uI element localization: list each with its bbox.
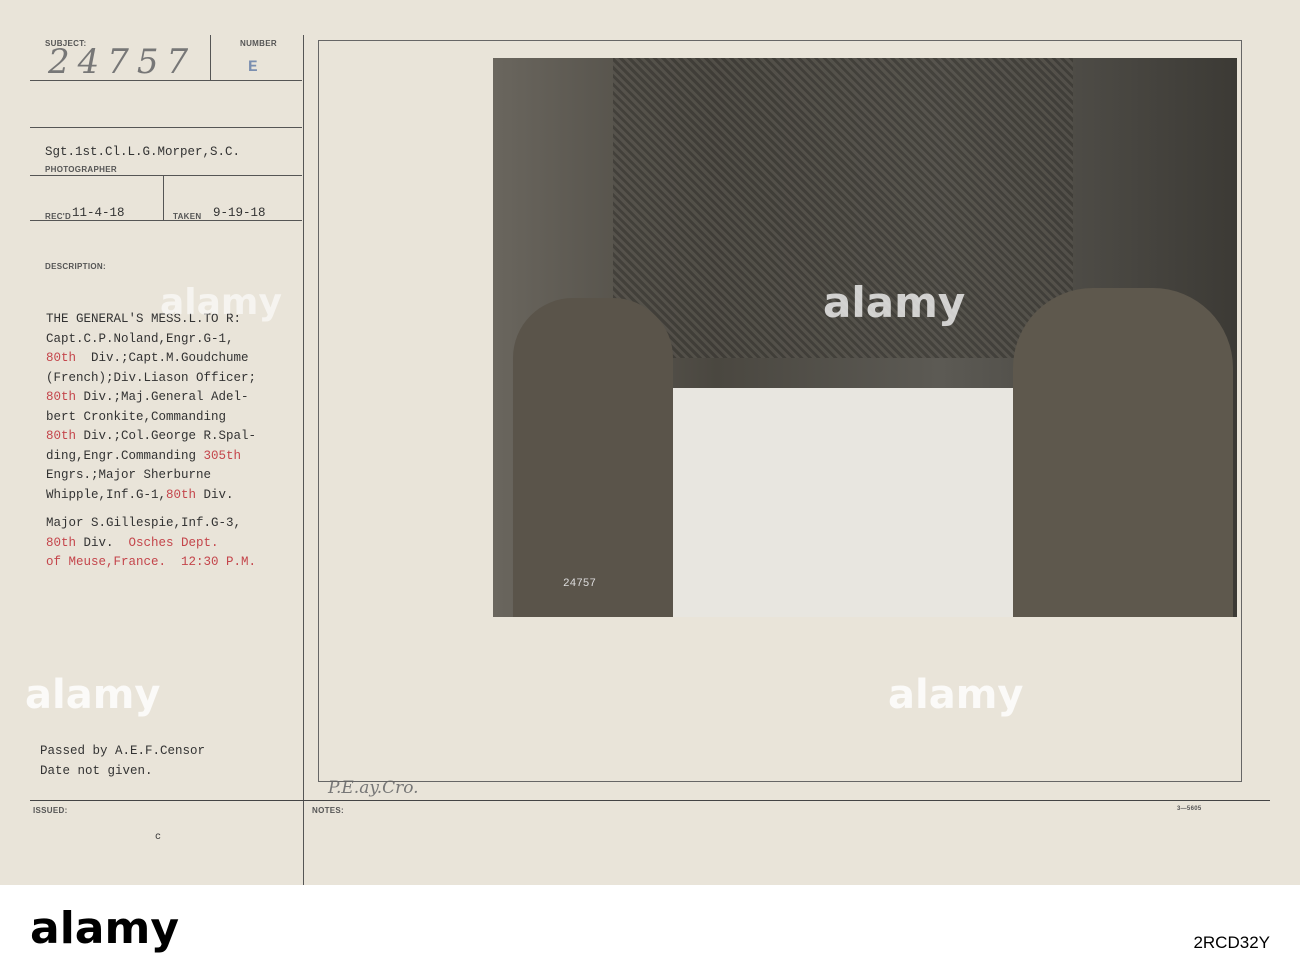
description-text-2: Major S.Gillespie,Inf.G-3, 80th Div. Osch…	[46, 514, 256, 573]
description-label: DESCRIPTION:	[45, 262, 106, 271]
photo-stamp: 24757	[563, 578, 597, 590]
divider	[30, 175, 302, 176]
description-line: 80th Div.;Maj.General Adel-	[46, 388, 256, 408]
description-segment: 80th	[46, 390, 77, 404]
divider	[30, 127, 302, 128]
description-line: Capt.C.P.Noland,Engr.G-1,	[46, 330, 256, 350]
photographer-label: PHOTOGRAPHER	[45, 165, 117, 174]
description-line: bert Cronkite,Commanding	[46, 408, 256, 428]
description-line: Whipple,Inf.G-1,80th Div.	[46, 486, 256, 506]
description-line: Major S.Gillespie,Inf.G-3,	[46, 514, 256, 534]
description-segment: (French);Div.Liason Officer;	[46, 370, 257, 385]
issued-value: c	[155, 832, 162, 843]
description-line: ding,Engr.Commanding 305th	[46, 447, 256, 467]
censor-line-1: Passed by A.E.F.Censor	[40, 744, 206, 758]
description-line: (French);Div.Liason Officer;	[46, 369, 256, 389]
description-segment: Osches Dept.	[128, 535, 219, 550]
description-segment: 80th	[46, 535, 77, 550]
officer-left	[513, 298, 673, 617]
description-segment: Div.;Maj.General Adel-	[76, 390, 249, 404]
description-line: 80th Div.;Col.George R.Spal-	[46, 427, 256, 447]
watermark-banner: alamy 2RCD32Y	[0, 885, 1300, 973]
watermark-text: alamy	[823, 278, 966, 327]
description-segment: bert Cronkite,Commanding	[46, 409, 227, 424]
description-segment: Div.	[76, 535, 129, 550]
column-divider	[303, 35, 304, 885]
description-segment: Div.	[196, 487, 234, 502]
watermark-text: alamy	[888, 672, 1024, 718]
description-segment: 305th	[203, 448, 242, 463]
description-segment: of Meuse,France. 12:30 P.M.	[46, 555, 257, 569]
photograph: alamy 24757	[493, 58, 1237, 617]
description-segment: Engrs.;Major Sherburne	[46, 468, 212, 482]
watermark-text: alamy	[160, 282, 282, 323]
photo-record-card: SUBJECT: 24757 NUMBER E Sgt.1st.Cl.L.G.M…	[0, 0, 1300, 885]
description-line: 80th Div. Osches Dept.	[46, 534, 256, 554]
image-id: 2RCD32Y	[1193, 933, 1270, 952]
description-segment: Capt.C.P.Noland,Engr.G-1,	[46, 331, 234, 346]
description-line: Engrs.;Major Sherburne	[46, 466, 256, 486]
censor-line-2: Date not given.	[40, 764, 153, 778]
description-segment: 80th	[46, 351, 77, 365]
divider	[210, 35, 211, 80]
description-segment: Whipple,Inf.G-1,	[46, 487, 167, 502]
brand-logo: alamy	[30, 903, 179, 954]
description-segment: Div.;Capt.M.Goudchume	[76, 351, 249, 365]
divider	[30, 220, 302, 221]
description-text: THE GENERAL'S MESS.L.TO R: Capt.C.P.Nolan…	[46, 310, 256, 505]
issued-label: ISSUED:	[33, 806, 68, 815]
form-number: 3—5605	[1177, 806, 1202, 812]
divider	[30, 80, 302, 81]
bottom-rule	[30, 800, 1270, 801]
description-segment: 80th	[46, 429, 77, 443]
description-segment: Major S.Gillespie,Inf.G-3,	[46, 516, 242, 530]
number-value: E	[248, 58, 258, 76]
subject-value: 24757	[48, 42, 197, 82]
description-line: of Meuse,France. 12:30 P.M.	[46, 553, 256, 573]
officers-right	[1013, 288, 1233, 617]
description-segment: 80th	[166, 487, 197, 502]
description-line: 80th Div.;Capt.M.Goudchume	[46, 349, 256, 369]
divider	[163, 175, 164, 220]
description-segment: ding,Engr.Commanding	[46, 448, 204, 463]
description-segment: Div.;Col.George R.Spal-	[76, 429, 257, 443]
watermark-text: alamy	[25, 672, 161, 718]
photographer-name: Sgt.1st.Cl.L.G.Morper,S.C.	[45, 145, 241, 159]
number-label: NUMBER	[240, 39, 277, 48]
notes-label: NOTES:	[312, 806, 345, 815]
